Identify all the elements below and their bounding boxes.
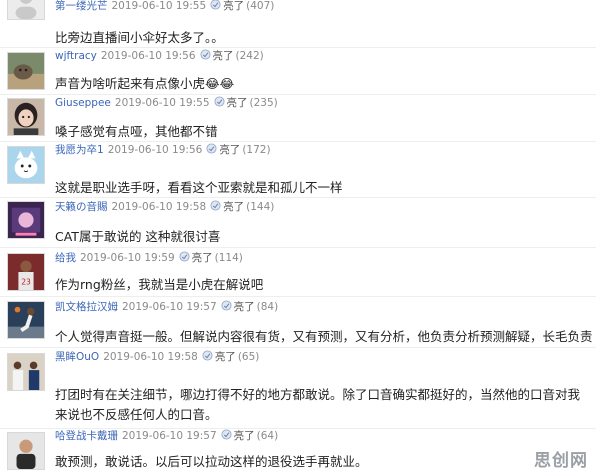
like-label: 亮了 (223, 201, 245, 213)
like-button[interactable]: 亮了 (221, 428, 257, 444)
comment-date: 2019-06-10 19:57 (122, 301, 217, 313)
dunk-photo-avatar-icon[interactable] (7, 301, 45, 339)
username-link[interactable]: 第一缕光芒 (55, 0, 108, 12)
comment-meta: 哈登战卡戴珊 2019-06-10 19:57 亮了 (64) (55, 428, 278, 444)
like-label: 亮了 (223, 0, 245, 12)
username-link[interactable]: Giuseppee (55, 97, 111, 109)
like-count: (64) (256, 430, 279, 442)
username-link[interactable]: 哈登战卡戴珊 (55, 430, 118, 442)
comment-text: 个人觉得声音挺一般。但解说内容很有货，又有预测，又有分析，他负责分析预测解疑，长… (55, 329, 592, 344)
divider (0, 247, 596, 248)
like-label: 亮了 (226, 97, 248, 109)
like-icon (199, 49, 211, 60)
girl-photo-avatar-icon[interactable] (7, 98, 45, 136)
like-label: 亮了 (214, 351, 236, 363)
username-link[interactable]: wjftracy (55, 50, 97, 62)
comment-meta: 给我 2019-06-10 19:59 亮了 (114) (55, 250, 243, 266)
svg-text:23: 23 (21, 277, 31, 286)
username-link[interactable]: 天籁の音賜 (55, 201, 108, 213)
like-icon (210, 0, 221, 10)
comment-date: 2019-06-10 19:58 (111, 201, 207, 213)
watermark-logo: 思创网 (534, 451, 588, 471)
like-count: (172) (242, 144, 271, 156)
like-button[interactable]: 亮了 (206, 142, 242, 158)
comment-date: 2019-06-10 19:56 (100, 50, 196, 62)
like-count: (407) (246, 0, 275, 12)
like-icon (210, 200, 221, 211)
comment-date: 2019-06-10 19:56 (107, 144, 203, 156)
like-label: 亮了 (212, 50, 234, 62)
username-link[interactable]: 给我 (55, 252, 76, 264)
like-label: 亮了 (191, 252, 213, 264)
comment-text: 打团时有在关注细节，哪边打得不好的地方都敢说。除了口音确实都挺好的，当然他的口音… (55, 387, 581, 422)
like-button[interactable]: 亮了 (210, 0, 246, 14)
like-icon (206, 143, 217, 154)
comment-text: CAT属于敢说的 这种就很讨喜 (55, 229, 221, 244)
man-photo-avatar-icon[interactable] (7, 432, 45, 470)
comment-date: 2019-06-10 19:55 (114, 97, 210, 109)
comment-text: 比旁边直播间小伞好太多了。。 (55, 30, 224, 45)
like-label: 亮了 (233, 430, 255, 442)
like-button[interactable]: 亮了 (179, 250, 215, 266)
comment-text: 声音为啥听起来有点像小虎😂😂 (55, 76, 235, 91)
cartoon-cat-avatar-icon[interactable] (7, 146, 45, 184)
like-icon (221, 429, 232, 440)
like-button[interactable]: 亮了 (221, 299, 257, 315)
default-avatar-icon[interactable] (7, 0, 45, 20)
like-count: (114) (214, 252, 243, 264)
basketball-player-avatar-icon[interactable]: 23 (7, 253, 45, 291)
anime-avatar-icon[interactable] (7, 201, 45, 239)
comment-text: 敢预测，敢说话。以后可以拉动这样的退役选手再就业。 (55, 454, 368, 469)
comment-meta: wjftracy 2019-06-10 19:56 亮了 (242) (55, 48, 264, 64)
comment-date: 2019-06-10 19:55 (111, 0, 207, 12)
like-label: 亮了 (219, 144, 241, 156)
like-button[interactable]: 亮了 (199, 48, 236, 64)
like-count: (235) (249, 97, 278, 109)
like-count: (65) (237, 351, 260, 363)
username-link[interactable]: 我愿为卒1 (55, 144, 104, 156)
like-icon (179, 251, 190, 262)
cat-photo-avatar-icon[interactable] (7, 52, 45, 90)
username-link[interactable]: 凯文格拉汉姆 (55, 301, 118, 313)
comment-meta: 天籁の音賜 2019-06-10 19:58 亮了 (144) (55, 199, 274, 215)
comment-text: 作为rng粉丝，我就当是小虎在解说吧 (55, 277, 264, 292)
like-icon (221, 300, 232, 311)
like-icon (213, 96, 225, 107)
like-count: (242) (235, 50, 264, 62)
like-label: 亮了 (233, 301, 255, 313)
team-photo-avatar-icon[interactable] (7, 353, 45, 391)
comment-date: 2019-06-10 19:59 (80, 252, 175, 264)
comment-meta: 第一缕光芒 2019-06-10 19:55 亮了 (407) (55, 0, 274, 14)
comment-text: 嗓子感觉有点哑，其他都不错 (55, 124, 218, 139)
comment-meta: 凯文格拉汉姆 2019-06-10 19:57 亮了 (84) (55, 299, 278, 315)
divider (0, 296, 596, 297)
comment-meta: 黑眸OuO 2019-06-10 19:58 亮了 (65) (55, 349, 259, 365)
comment-meta: Giuseppee 2019-06-10 19:55 亮了 (235) (55, 95, 278, 111)
comment-text: 这就是职业选手呀，看看这个亚索就是和孤儿不一样 (55, 180, 343, 195)
username-link[interactable]: 黑眸OuO (55, 351, 99, 363)
like-icon (202, 350, 213, 361)
divider (0, 197, 596, 198)
comment-meta: 我愿为卒1 2019-06-10 19:56 亮了 (172) (55, 142, 271, 158)
comment-date: 2019-06-10 19:58 (103, 351, 198, 363)
like-button[interactable]: 亮了 (213, 95, 250, 111)
like-count: (84) (256, 301, 279, 313)
divider (0, 347, 596, 348)
like-button[interactable]: 亮了 (202, 349, 238, 365)
like-button[interactable]: 亮了 (210, 199, 246, 215)
comment-date: 2019-06-10 19:57 (122, 430, 217, 442)
like-count: (144) (246, 201, 275, 213)
